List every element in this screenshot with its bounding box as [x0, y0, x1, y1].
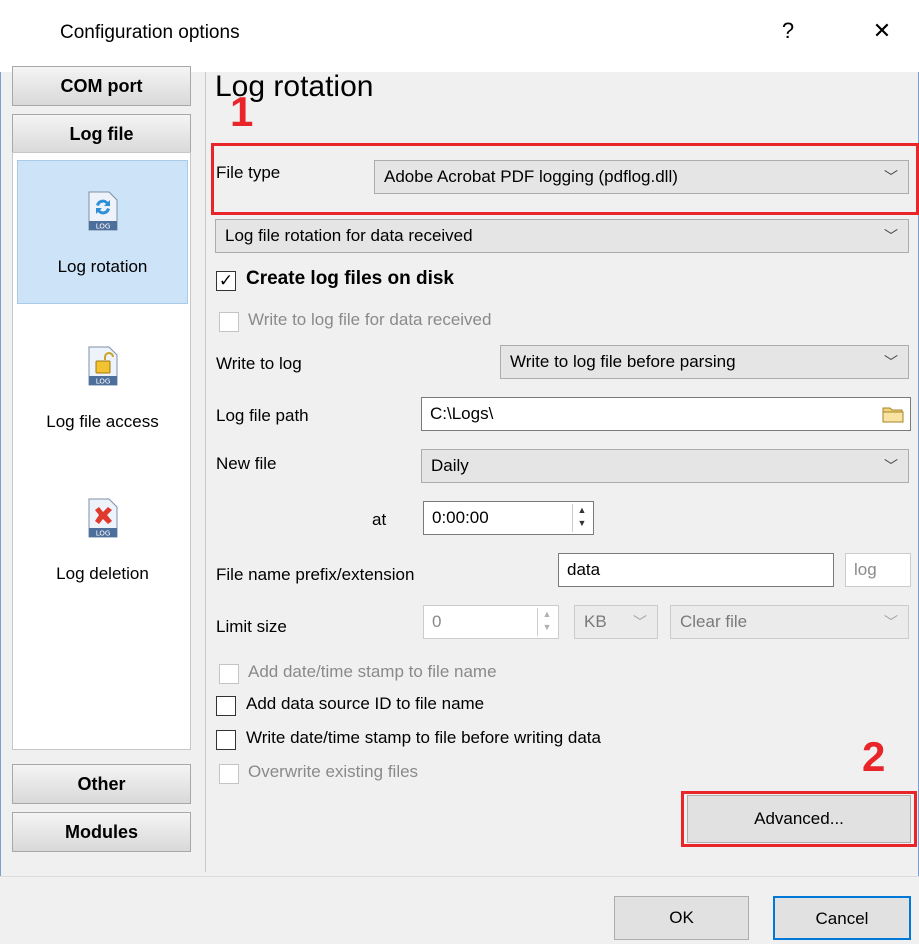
extension-value: log	[854, 560, 877, 579]
limit-size-value: 0	[432, 612, 442, 631]
annotation-marker-2: 2	[862, 733, 886, 780]
limit-size-input[interactable]: 0 ▲ ▼	[423, 605, 559, 639]
sidebar-item-label: Log deletion	[56, 564, 149, 583]
sidebar-item-label: Log rotation	[57, 257, 148, 276]
write-date-stamp-label: Write date/time stamp to file before wri…	[246, 728, 601, 747]
log-rotation-icon: LOG	[87, 191, 119, 231]
close-button[interactable]: ✕	[862, 18, 902, 44]
sidebar-log-file-button[interactable]: Log file	[12, 114, 191, 154]
limit-action-value: Clear file	[680, 612, 748, 631]
chevron-down-icon: ﹀	[884, 228, 898, 244]
prefix-value: data	[567, 560, 601, 579]
overwrite-label: Overwrite existing files	[248, 762, 419, 781]
write-received-checkbox[interactable]	[219, 312, 239, 332]
annotation-box-2	[681, 791, 917, 847]
new-file-label: New file	[216, 454, 277, 473]
sidebar-com-port-button[interactable]: COM port	[12, 66, 191, 106]
at-label: at	[372, 510, 387, 529]
overwrite-checkbox[interactable]	[219, 764, 239, 784]
log-file-path-label: Log file path	[216, 406, 309, 425]
window-title: Configuration options	[60, 22, 240, 43]
svg-text:LOG: LOG	[95, 530, 110, 538]
annotation-box-1	[211, 143, 919, 215]
chevron-down-icon: ﹀	[884, 614, 898, 630]
help-button[interactable]: ?	[768, 18, 808, 44]
log-file-access-icon: LOG	[87, 346, 119, 386]
source-id-filename-label: Add data source ID to file name	[246, 694, 485, 713]
log-file-path-value: C:\Logs\	[430, 404, 494, 423]
write-to-log-value: Write to log file before parsing	[510, 352, 736, 371]
date-stamp-filename-label: Add date/time stamp to file name	[248, 662, 497, 681]
time-input[interactable]: 0:00:00 ▲ ▼	[423, 501, 594, 535]
sidebar-other-button[interactable]: Other	[12, 764, 191, 804]
spinner-icon[interactable]: ▲ ▼	[572, 504, 591, 532]
write-date-stamp-checkbox[interactable]	[216, 730, 236, 750]
sidebar-modules-button[interactable]: Modules	[12, 812, 191, 852]
limit-unit-select[interactable]: KB ﹀	[574, 605, 658, 639]
new-file-select[interactable]: Daily ﹀	[421, 449, 909, 483]
sidebar-item-label: Log file access	[46, 412, 159, 431]
annotation-marker-1: 1	[230, 88, 254, 135]
spinner-icon[interactable]: ▲ ▼	[537, 608, 556, 636]
svg-text:LOG: LOG	[95, 223, 110, 231]
new-file-value: Daily	[431, 456, 469, 475]
chevron-down-icon: ﹀	[884, 354, 898, 370]
panel-divider	[205, 72, 206, 872]
create-log-checkbox[interactable]: ✓	[216, 271, 236, 291]
rotation-mode-value: Log file rotation for data received	[225, 226, 473, 245]
svg-text:LOG: LOG	[95, 378, 110, 386]
write-to-log-select[interactable]: Write to log file before parsing ﹀	[500, 345, 909, 379]
chevron-down-icon: ﹀	[633, 614, 647, 630]
cancel-button[interactable]: Cancel	[773, 896, 911, 940]
limit-unit-value: KB	[584, 612, 607, 631]
log-file-path-input[interactable]: C:\Logs\	[421, 397, 911, 431]
extension-input[interactable]: log	[845, 553, 911, 587]
folder-icon[interactable]	[882, 403, 904, 423]
prefix-input[interactable]: data	[558, 553, 834, 587]
sidebar-item-log-deletion[interactable]: LOG Log deletion	[17, 470, 188, 588]
log-deletion-icon: LOG	[87, 498, 119, 538]
write-received-label: Write to log file for data received	[248, 310, 492, 329]
limit-size-label: Limit size	[216, 617, 287, 636]
source-id-filename-checkbox[interactable]	[216, 696, 236, 716]
prefix-label: File name prefix/extension	[216, 565, 415, 584]
sidebar-item-log-rotation[interactable]: LOG Log rotation	[17, 160, 188, 304]
sidebar-item-log-file-access[interactable]: LOG Log file access	[17, 318, 188, 436]
chevron-down-icon: ﹀	[884, 458, 898, 474]
write-to-log-label: Write to log	[216, 354, 302, 373]
ok-button[interactable]: OK	[614, 896, 749, 940]
rotation-mode-select[interactable]: Log file rotation for data received ﹀	[215, 219, 909, 253]
create-log-label: Create log files on disk	[246, 268, 454, 289]
limit-action-select[interactable]: Clear file ﹀	[670, 605, 909, 639]
date-stamp-filename-checkbox[interactable]	[219, 664, 239, 684]
time-value: 0:00:00	[432, 508, 489, 527]
